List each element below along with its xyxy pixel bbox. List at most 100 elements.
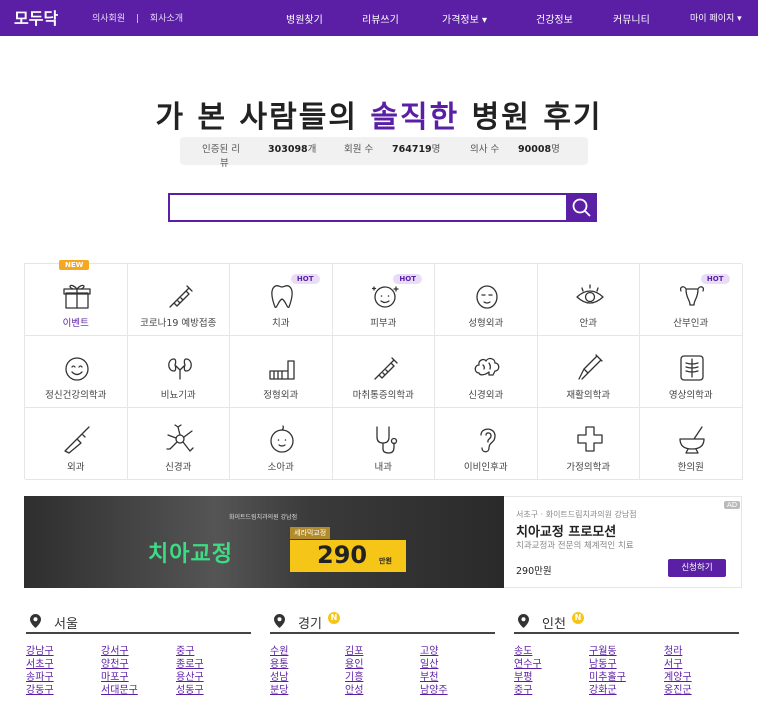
ear-icon — [480, 428, 496, 453]
category-syringe[interactable]: 마취통증의학과 — [332, 336, 435, 408]
review-count: 303098개 — [268, 144, 317, 155]
region-links: 강남구 강서구 중구 서초구 양천구 종로구 송파구 마포구 용산구 강동구 서대문구 성동구 — [26, 634, 251, 698]
menu-my-page[interactable]: 마이 페이지 ▾ — [690, 11, 742, 24]
new-badge: N — [328, 612, 340, 624]
ad-mark: AD — [724, 501, 741, 509]
menu-write-review[interactable]: 리뷰쓰기 — [362, 11, 399, 26]
category-crutch[interactable]: 재활의학과 — [537, 336, 640, 408]
category-face[interactable]: 성형외과 — [435, 264, 538, 336]
region-name[interactable]: 인천 — [542, 613, 566, 632]
category-eye[interactable]: 안과 — [537, 264, 640, 336]
category-scalpel[interactable]: 외과 — [25, 408, 128, 480]
category-uterus[interactable]: HOT 산부인과 — [640, 264, 743, 336]
region-link[interactable]: 안성 — [345, 681, 363, 696]
region-0: 서울 강남구 강서구 중구 서초구 양천구 종로구 송파구 마포구 용산구 강동구 서대문구 성동구 — [26, 612, 251, 698]
ad-clinic-name: 화이트드림치과의원 강남점 — [229, 514, 298, 521]
review-label: 인증된 리뷰 — [202, 144, 240, 169]
region-header: 인천 N — [514, 612, 739, 634]
category-label: 영상의학과 — [668, 390, 713, 401]
stats-bar: 인증된 리뷰 303098개 회원 수 764719명 의사 수 90008명 — [180, 137, 588, 169]
menu-price-info[interactable]: 가격정보 ▾ — [442, 11, 487, 26]
doctor-label: 의사 수 — [470, 144, 500, 155]
category-label: 신경외과 — [468, 390, 504, 401]
xray-icon — [680, 355, 704, 381]
ad-title[interactable]: 치아교정 프로모션 — [516, 521, 616, 540]
region-1: 경기 N 수원 김포 고양 용통 용인 일산 성남 기흥 부천 분당 안성 남양주 — [270, 612, 495, 698]
category-xray[interactable]: 영상의학과 — [640, 336, 743, 408]
crutch-icon — [577, 354, 603, 380]
hot-badge: HOT — [393, 274, 422, 284]
category-stethoscope[interactable]: 내과 — [332, 408, 435, 480]
category-grid: NEW 이벤트 코로나19 예방접종 HOT 치과 HOT 피부과 성형외과 안과 HOT 산부인과… — [24, 260, 743, 480]
hero-title-before: 가 본 사람들의 — [155, 100, 358, 135]
region-link[interactable]: 남양주 — [420, 681, 448, 696]
region-header: 서울 — [26, 612, 251, 634]
search-button[interactable] — [566, 193, 597, 222]
cast-icon — [269, 360, 295, 380]
region-link[interactable]: 강동구 — [26, 681, 54, 696]
member-count: 764719명 — [392, 144, 441, 155]
location-pin-icon — [274, 614, 285, 628]
category-mortar[interactable]: 한의원 — [640, 408, 743, 480]
syringe-icon — [168, 285, 193, 308]
category-gift[interactable]: NEW 이벤트 — [25, 260, 128, 336]
neuron-icon — [165, 424, 194, 452]
category-label: 피부과 — [370, 318, 397, 329]
gift-icon — [63, 284, 91, 309]
category-label: 재활의학과 — [566, 390, 611, 401]
location-pin-icon — [518, 614, 529, 628]
region-name[interactable]: 서울 — [54, 613, 78, 632]
category-label: 성형외과 — [468, 318, 504, 329]
new-badge: N — [572, 612, 584, 624]
ad-banner-image[interactable]: 화이트드림치과의원 강남점 치아교정 세라믹교정 290 만원 — [24, 496, 504, 588]
category-baby[interactable]: 소아과 — [230, 408, 333, 480]
apply-button[interactable]: 신청하기 — [668, 559, 726, 577]
ad-info-panel: AD 서초구 · 화이트드림치과의원 강남점 치아교정 프로모션 치과교정과 전… — [504, 496, 742, 588]
kidney-icon — [167, 358, 192, 380]
category-cast[interactable]: 정형외과 — [230, 336, 333, 408]
mortar-icon — [679, 426, 705, 454]
smile-face-icon — [65, 357, 89, 381]
region-link[interactable]: 분당 — [270, 681, 288, 696]
category-kidney[interactable]: 비뇨기과 — [127, 336, 230, 408]
region-name[interactable]: 경기 — [298, 613, 322, 632]
location-pin-icon — [30, 614, 41, 628]
logo[interactable]: 모두닥 — [14, 5, 58, 29]
category-label: 산부인과 — [673, 318, 709, 329]
hot-badge: HOT — [290, 274, 320, 284]
category-label: 내과 — [374, 462, 392, 473]
company-link[interactable]: 회사소개 — [150, 14, 183, 24]
region-link[interactable]: 성동구 — [176, 681, 204, 696]
category-syringe[interactable]: 코로나19 예방접종 — [127, 264, 230, 336]
region-link[interactable]: 옹진군 — [664, 681, 692, 696]
face-icon — [476, 285, 498, 309]
category-neuron[interactable]: 신경과 — [127, 408, 230, 480]
region-link[interactable]: 중구 — [514, 681, 532, 696]
region-link[interactable]: 강화군 — [589, 681, 617, 696]
search-input[interactable] — [168, 193, 568, 222]
region-link[interactable]: 서대문구 — [101, 681, 138, 696]
menu-health-info[interactable]: 건강정보 — [536, 11, 573, 26]
menu-community[interactable]: 커뮤니티 — [613, 11, 650, 26]
category-label: 정신건강의학과 — [45, 390, 107, 401]
ad-image-won: 만원 — [379, 557, 392, 565]
doctor-count: 90008명 — [518, 144, 560, 155]
category-smile-face[interactable]: 정신건강의학과 — [25, 336, 128, 408]
category-cross[interactable]: 가정의학과 — [537, 408, 640, 480]
region-links: 수원 김포 고양 용통 용인 일산 성남 기흥 부천 분당 안성 남양주 — [270, 634, 495, 698]
menu-find-hospital[interactable]: 병원찾기 — [286, 11, 323, 26]
category-face-sparkle[interactable]: HOT 피부과 — [332, 264, 435, 336]
category-label: 이비인후과 — [463, 462, 508, 473]
category-ear[interactable]: 이비인후과 — [435, 408, 538, 480]
category-brain[interactable]: 신경외과 — [435, 336, 538, 408]
ad-big-text: 치아교정 — [148, 542, 233, 567]
category-tooth[interactable]: HOT 치과 — [230, 264, 333, 336]
category-label: 한의원 — [677, 462, 704, 473]
category-label: 외과 — [67, 462, 85, 473]
category-label: 가정의학과 — [566, 462, 611, 473]
category-label: 비뇨기과 — [160, 390, 196, 401]
hero-title-highlight: 솔직한 — [370, 100, 460, 135]
hero-title: 가 본 사람들의 솔직한 병원 후기 — [0, 92, 758, 136]
doctor-member-link[interactable]: 의사회원 — [92, 14, 125, 24]
syringe-icon — [373, 357, 398, 380]
